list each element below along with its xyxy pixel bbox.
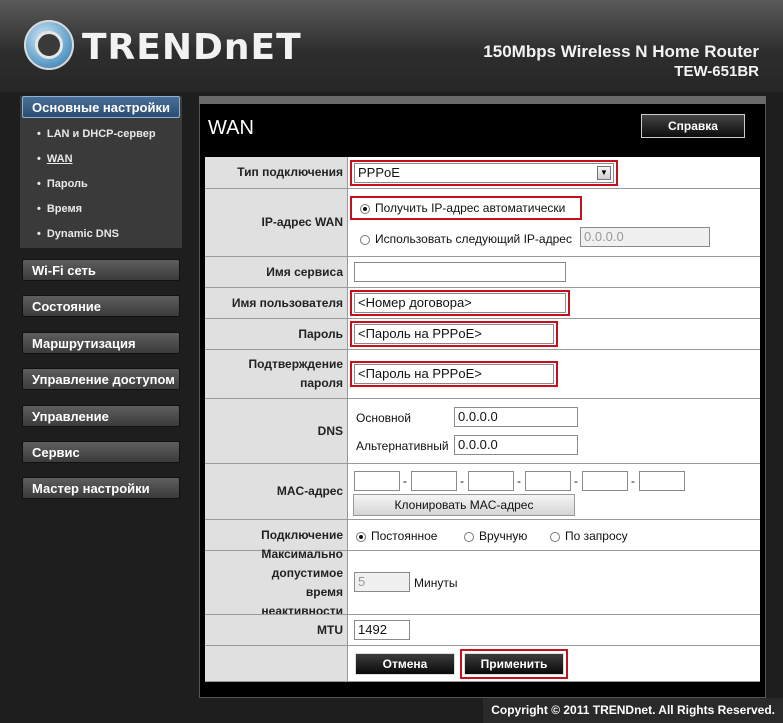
dns-secondary-label: Альтернативный bbox=[356, 439, 449, 453]
radio-icon[interactable] bbox=[464, 531, 474, 542]
sidebar-section-management[interactable]: Управление bbox=[22, 405, 180, 427]
mac-octet-2[interactable] bbox=[411, 471, 457, 491]
mac-separator: - bbox=[574, 474, 578, 488]
dns-secondary-input[interactable]: 0.0.0.0 bbox=[454, 435, 578, 455]
wan-form: Тип подключения PPPoE ▼ IP-адрес WAN Пол… bbox=[205, 157, 760, 682]
label-confirm-password: Подтверждение пароля bbox=[205, 350, 348, 398]
row-username: Имя пользователя <Номер договора> bbox=[205, 287, 760, 318]
label-service-name: Имя сервиса bbox=[205, 257, 348, 287]
radio-icon[interactable] bbox=[360, 234, 370, 245]
sidebar-item-wan[interactable]: • WAN bbox=[37, 153, 73, 165]
radio-selected-icon[interactable] bbox=[356, 531, 366, 542]
label-mac: MAC-адрес bbox=[205, 464, 348, 519]
row-dns: DNS Основной 0.0.0.0 Альтернативный 0.0.… bbox=[205, 398, 760, 463]
service-name-input[interactable] bbox=[354, 262, 566, 282]
row-mac: MAC-адрес - - - - - Клонировать MAC-адре… bbox=[205, 463, 760, 519]
trendnet-logo-icon bbox=[24, 20, 74, 70]
mac-octet-1[interactable] bbox=[354, 471, 400, 491]
dns-primary-input[interactable]: 0.0.0.0 bbox=[454, 407, 578, 427]
sidebar-section-wizard[interactable]: Мастер настройки bbox=[22, 477, 180, 499]
panel-top-bar bbox=[199, 96, 766, 104]
row-confirm-password: Подтверждение пароля <Пароль на PPPoE> bbox=[205, 349, 760, 398]
row-mtu: MTU 1492 bbox=[205, 614, 760, 645]
label-connection-type: Тип подключения bbox=[205, 157, 348, 188]
row-actions: Отмена Применить bbox=[205, 645, 760, 682]
sidebar-item-dynamic-dns[interactable]: • Dynamic DNS bbox=[37, 228, 119, 240]
mac-separator: - bbox=[631, 474, 635, 488]
radio-selected-icon[interactable] bbox=[360, 203, 370, 214]
row-idle-time: Максимально допустимое время неактивност… bbox=[205, 547, 760, 618]
label-username: Имя пользователя bbox=[205, 288, 348, 318]
highlight-frame bbox=[460, 649, 568, 679]
dns-primary-label: Основной bbox=[356, 411, 412, 425]
wan-ip-manual-option[interactable]: Использовать следующий IP-адрес bbox=[360, 232, 572, 246]
cancel-button[interactable]: Отмена bbox=[355, 653, 455, 675]
label-password: Пароль bbox=[205, 319, 348, 349]
actions-label-cell bbox=[205, 646, 348, 681]
brand-logo: TRENDnET bbox=[82, 27, 302, 68]
label-wan-ip: IP-адрес WAN bbox=[205, 189, 348, 256]
idle-time-input[interactable]: 5 bbox=[354, 572, 410, 592]
highlight-frame bbox=[350, 361, 558, 387]
wan-ip-auto-option[interactable]: Получить IP-адрес автоматически bbox=[360, 201, 565, 215]
mac-separator: - bbox=[460, 474, 464, 488]
mtu-input[interactable]: 1492 bbox=[354, 620, 410, 640]
mac-octet-6[interactable] bbox=[639, 471, 685, 491]
sidebar-section-status[interactable]: Состояние bbox=[22, 295, 180, 317]
mode-on-demand-option[interactable]: По запросу bbox=[550, 529, 628, 543]
copyright: Copyright © 2011 TRENDnet. All Rights Re… bbox=[491, 703, 775, 717]
wan-ip-manual-input[interactable]: 0.0.0.0 bbox=[580, 227, 710, 247]
radio-icon[interactable] bbox=[550, 531, 560, 542]
label-mtu: MTU bbox=[205, 615, 348, 645]
model-name: 150Mbps Wireless N Home Router bbox=[483, 42, 759, 61]
sidebar-section-access-control[interactable]: Управление доступом bbox=[22, 368, 180, 390]
idle-time-unit: Минуты bbox=[414, 576, 458, 590]
sidebar-item-lan-dhcp[interactable]: • LAN и DHCP-сервер bbox=[37, 128, 156, 140]
mode-manual-option[interactable]: Вручную bbox=[464, 529, 527, 543]
mode-always-on-option[interactable]: Постоянное bbox=[356, 529, 437, 543]
row-service-name: Имя сервиса bbox=[205, 256, 760, 287]
sidebar-section-wifi[interactable]: Wi-Fi сеть bbox=[22, 259, 180, 281]
help-button[interactable]: Справка bbox=[641, 114, 745, 138]
mac-octet-5[interactable] bbox=[582, 471, 628, 491]
label-dns: DNS bbox=[205, 399, 348, 463]
sidebar-section-basic[interactable]: Основные настройки bbox=[22, 96, 180, 118]
model-number: TEW-651BR bbox=[674, 63, 759, 80]
mac-octet-3[interactable] bbox=[468, 471, 514, 491]
row-wan-ip: IP-адрес WAN Получить IP-адрес автоматич… bbox=[205, 188, 760, 256]
header: TRENDnET 150Mbps Wireless N Home Router … bbox=[0, 0, 783, 92]
sidebar-item-time[interactable]: • Время bbox=[37, 203, 82, 215]
sidebar-item-password[interactable]: • Пароль bbox=[37, 178, 88, 190]
sidebar-section-tools[interactable]: Сервис bbox=[22, 441, 180, 463]
highlight-frame bbox=[350, 160, 618, 186]
row-connection-type: Тип подключения PPPoE ▼ bbox=[205, 157, 760, 188]
mac-octet-4[interactable] bbox=[525, 471, 571, 491]
mac-separator: - bbox=[517, 474, 521, 488]
clone-mac-button[interactable]: Клонировать MAC-адрес bbox=[353, 494, 575, 516]
page-title: WAN bbox=[208, 117, 254, 139]
label-idle-time: Максимально допустимое время неактивност… bbox=[205, 547, 348, 618]
highlight-frame bbox=[350, 290, 570, 316]
mac-separator: - bbox=[403, 474, 407, 488]
highlight-frame bbox=[350, 321, 558, 347]
row-password: Пароль <Пароль на PPPoE> bbox=[205, 318, 760, 349]
sidebar-section-routing[interactable]: Маршрутизация bbox=[22, 332, 180, 354]
